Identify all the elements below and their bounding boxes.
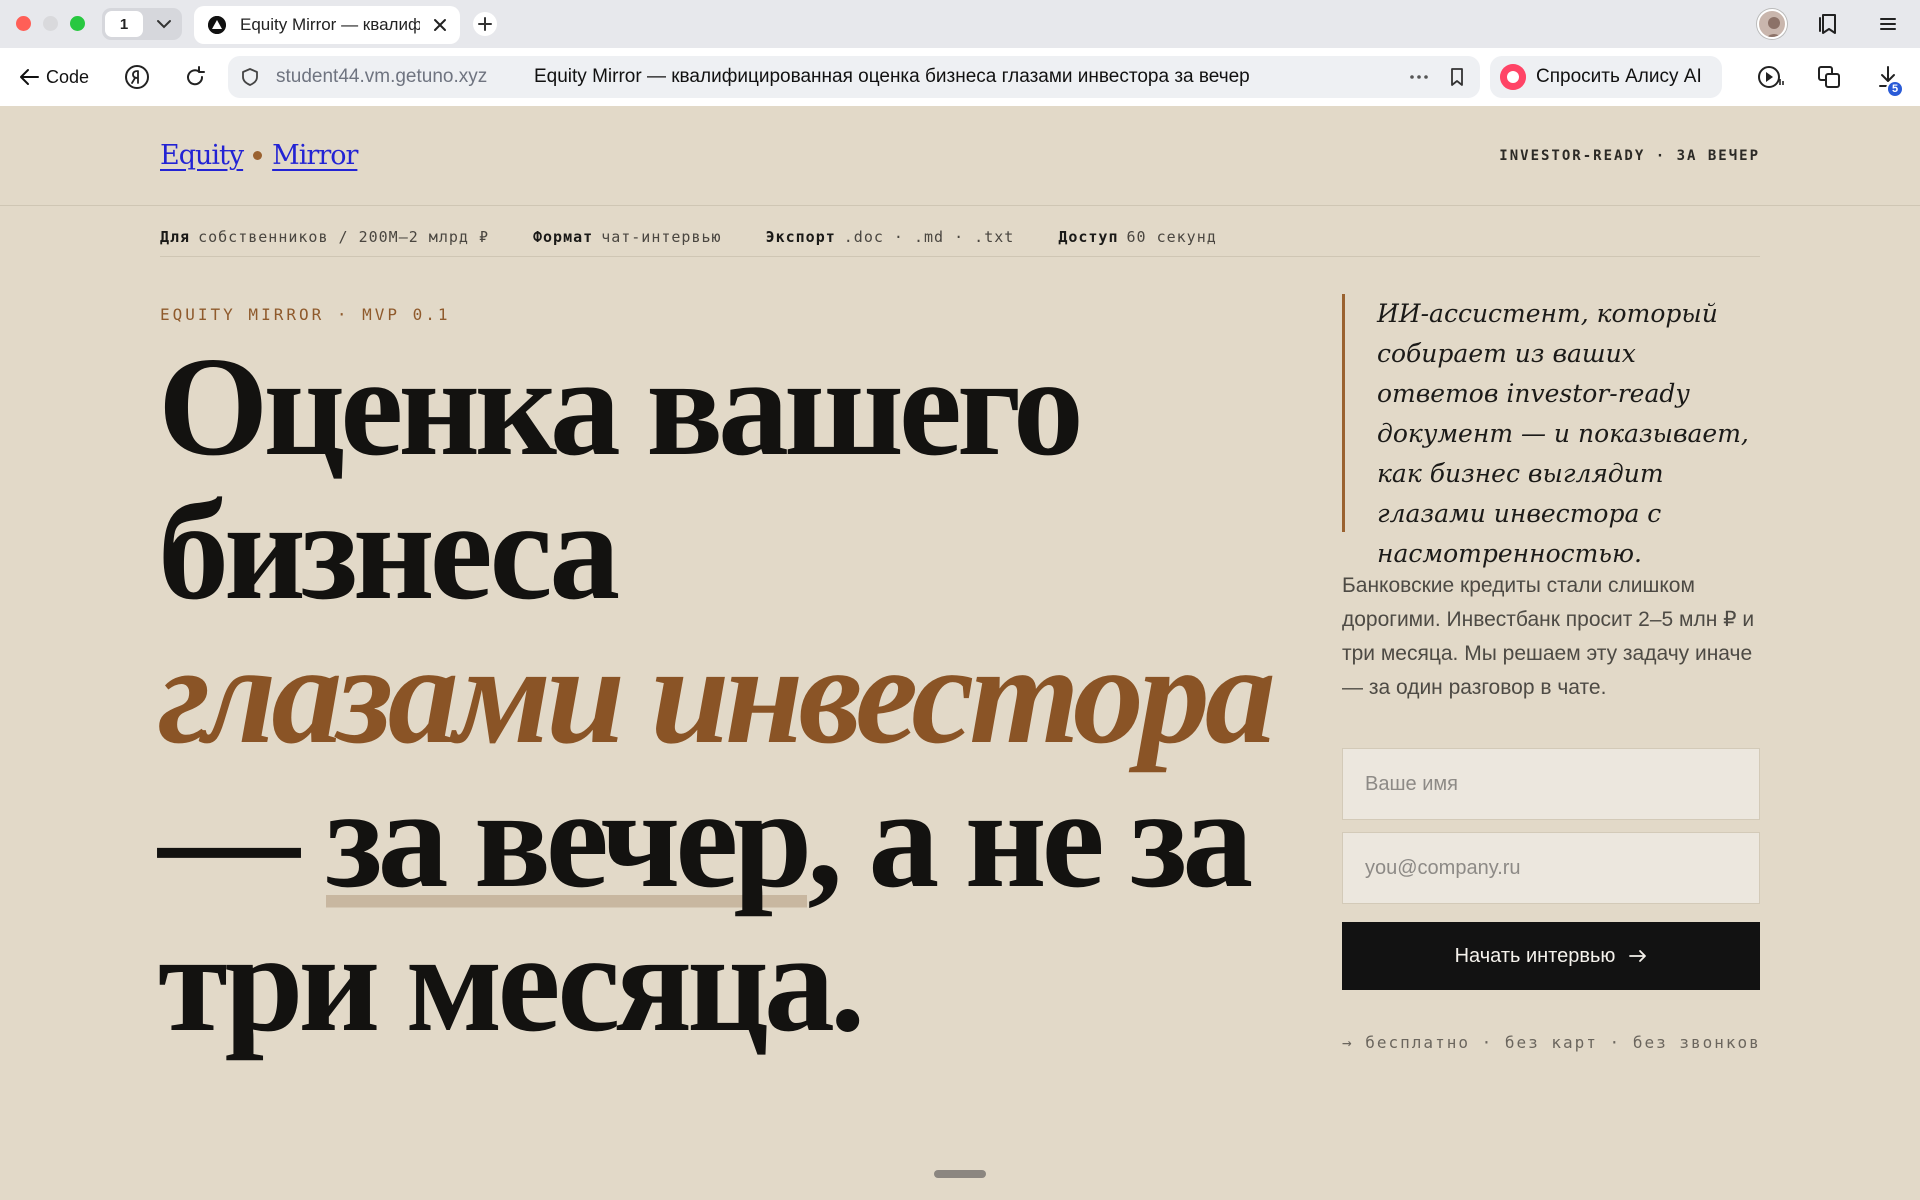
- ask-alice-label: Спросить Алису AI: [1536, 66, 1702, 87]
- browser-chrome: 1 Equity Mirror — квалифицированная оцен…: [0, 0, 1920, 106]
- maximize-window-button[interactable]: [70, 16, 85, 31]
- downloads-count-badge: 5: [1886, 80, 1904, 98]
- user-icon: [1766, 17, 1782, 37]
- hero-headline: Оценка вашего бизнеса глазами инвестора …: [158, 334, 1298, 1054]
- meta-audience: Для собственников / 200М–2 млрд ₽: [160, 228, 489, 246]
- meta-divider: [160, 256, 1760, 257]
- tab-count-badge: 1: [105, 11, 143, 37]
- url-host: student44.vm.getuno.xyz: [276, 66, 488, 87]
- ask-alice-button[interactable]: Спросить Алису AI: [1490, 56, 1722, 98]
- yandex-icon[interactable]: [123, 63, 151, 91]
- meta-export: Экспорт .doc · .md · .txt: [765, 228, 1015, 246]
- email-input[interactable]: [1342, 832, 1760, 904]
- brand-separator-dot: [253, 151, 263, 160]
- headline-line-2: бизнеса: [158, 471, 620, 629]
- arrow-right-icon: [1629, 950, 1647, 962]
- tab-bar: 1 Equity Mirror — квалифицированная оцен…: [0, 0, 1920, 48]
- start-interview-label: Начать интервью: [1454, 944, 1616, 967]
- chevron-down-icon: [157, 20, 171, 29]
- meta-format: Формат чат-интервью: [533, 228, 722, 246]
- alice-icon: [1500, 64, 1526, 90]
- browser-toolbar: Code student44.vm.getuno.xyz Equity Mirr…: [0, 48, 1920, 106]
- hero-kicker: EQUITY MIRROR · MVP 0.1: [160, 305, 451, 324]
- headline-accent: глазами инвестора: [158, 615, 1276, 773]
- tab-group-switcher[interactable]: 1: [102, 8, 182, 40]
- hero-lead-text: Банковские кредиты стали слишком дорогим…: [1342, 574, 1755, 699]
- minimize-window-button[interactable]: [43, 16, 58, 31]
- start-interview-button[interactable]: Начать интервью: [1342, 922, 1760, 990]
- header-tagline: INVESTOR-READY · ЗА ВЕЧЕР: [1499, 148, 1760, 164]
- shield-icon[interactable]: [240, 67, 260, 87]
- brand-link-mirror[interactable]: Mirror: [272, 140, 358, 171]
- address-bar[interactable]: student44.vm.getuno.xyz Equity Mirror — …: [228, 56, 1480, 98]
- site-favicon-icon: [208, 16, 226, 34]
- headline-highlight: за вечер: [325, 759, 812, 917]
- header-divider: [0, 205, 1920, 206]
- brand-link-equity[interactable]: Equity: [160, 140, 244, 171]
- tab-equity-mirror[interactable]: Equity Mirror — квалифицированная оценка…: [194, 6, 460, 44]
- back-button-label: Code: [46, 66, 90, 87]
- collections-icon[interactable]: [1814, 10, 1842, 38]
- close-icon[interactable]: [430, 15, 450, 35]
- bookmark-icon[interactable]: [1446, 66, 1468, 88]
- reload-icon[interactable]: [181, 63, 209, 91]
- landing-page: Equity Mirror INVESTOR-READY · ЗА ВЕЧЕР …: [0, 106, 1920, 1200]
- meta-access: Доступ 60 секунд: [1058, 228, 1217, 246]
- more-icon[interactable]: [1408, 66, 1430, 88]
- meta-info-row: Для собственников / 200М–2 млрд ₽ Формат ч…: [160, 228, 1217, 246]
- url-page-title: Equity Mirror — квалифицированная оценка…: [534, 66, 1250, 87]
- back-arrow-icon: [20, 69, 39, 85]
- headline-line-1: Оценка вашего: [158, 327, 1084, 485]
- hero-quote: ИИ-ассистент, который собирает из ваших …: [1342, 294, 1762, 568]
- headline-line-5: три месяца.: [158, 903, 865, 1061]
- profile-avatar[interactable]: [1757, 9, 1787, 39]
- scroll-indicator[interactable]: [934, 1170, 986, 1178]
- form-fineprint: → бесплатно · без карт · без звонков: [1342, 1033, 1761, 1052]
- close-window-button[interactable]: [16, 16, 31, 31]
- player-icon[interactable]: [1756, 63, 1784, 91]
- back-button[interactable]: Code: [18, 64, 89, 90]
- plus-icon[interactable]: [472, 11, 498, 37]
- site-logo: Equity Mirror: [160, 140, 358, 171]
- translate-icon[interactable]: [1815, 63, 1843, 91]
- name-input[interactable]: [1342, 748, 1760, 820]
- headline-line-4: — за вечер, а не за: [158, 759, 1253, 917]
- menu-icon[interactable]: [1874, 10, 1902, 38]
- tab-title: Equity Mirror — квалифицированная оценка…: [240, 15, 420, 34]
